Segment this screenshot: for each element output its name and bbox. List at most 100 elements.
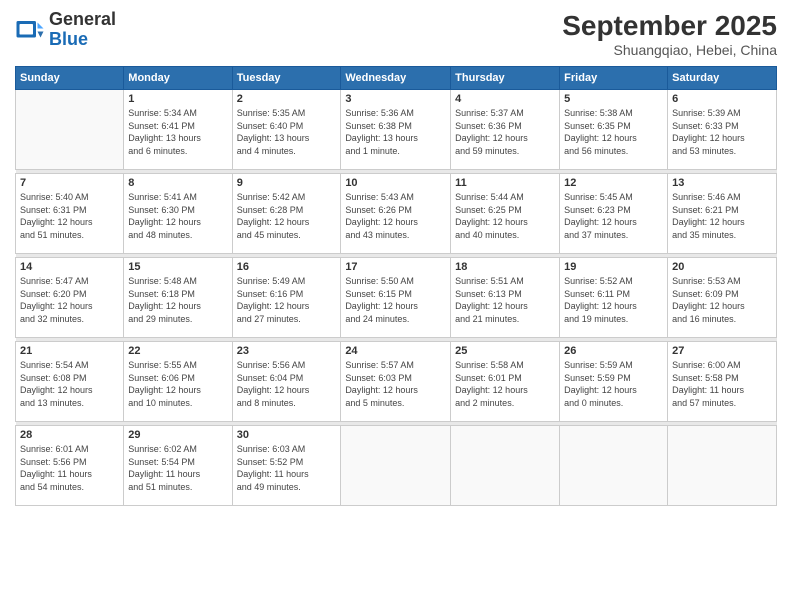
calendar-cell: 19 Sunrise: 5:52 AM Sunset: 6:11 PM Dayli… [560, 258, 668, 338]
day-info: Sunrise: 5:42 AM Sunset: 6:28 PM Dayligh… [237, 191, 337, 241]
calendar-cell: 7 Sunrise: 5:40 AM Sunset: 6:31 PM Daylig… [16, 174, 124, 254]
calendar-cell: 10 Sunrise: 5:43 AM Sunset: 6:26 PM Dayli… [341, 174, 451, 254]
day-number: 9 [237, 177, 337, 189]
calendar-cell: 18Sunrise: 5:51 AM Sunset: 6:13 PM Dayli… [451, 258, 560, 338]
day-info: Sunrise: 5:43 AM Sunset: 6:26 PM Dayligh… [345, 191, 446, 241]
calendar-header-row: Sunday Monday Tuesday Wednesday Thursday… [16, 67, 777, 90]
title-block: September 2025 Shuangqiao, Hebei, China [562, 10, 777, 58]
logo: General Blue [15, 10, 116, 50]
calendar-cell: 17 Sunrise: 5:50 AM Sunset: 6:15 PM Dayli… [341, 258, 451, 338]
calendar-cell: 13Sunrise: 5:46 AM Sunset: 6:21 PM Dayli… [668, 174, 777, 254]
day-number: 23 [237, 345, 337, 357]
calendar-cell: 30Sunrise: 6:03 AM Sunset: 5:52 PM Dayli… [232, 426, 341, 506]
calendar-cell: 20Sunrise: 5:53 AM Sunset: 6:09 PM Dayli… [668, 258, 777, 338]
day-number: 6 [672, 93, 772, 105]
calendar-cell: 26 Sunrise: 5:59 AM Sunset: 5:59 PM Dayli… [560, 342, 668, 422]
week-row-3: 14Sunrise: 5:47 AM Sunset: 6:20 PM Dayli… [16, 258, 777, 338]
day-number: 27 [672, 345, 772, 357]
day-info: Sunrise: 5:38 AM Sunset: 6:35 PM Dayligh… [564, 107, 663, 157]
day-info: Sunrise: 5:50 AM Sunset: 6:15 PM Dayligh… [345, 275, 446, 325]
day-info: Sunrise: 6:00 AM Sunset: 5:58 PM Dayligh… [672, 359, 772, 409]
day-info: Sunrise: 5:39 AM Sunset: 6:33 PM Dayligh… [672, 107, 772, 157]
week-row-5: 28 Sunrise: 6:01 AM Sunset: 5:56 PM Dayli… [16, 426, 777, 506]
calendar-cell: 11Sunrise: 5:44 AM Sunset: 6:25 PM Dayli… [451, 174, 560, 254]
day-info: Sunrise: 5:51 AM Sunset: 6:13 PM Dayligh… [455, 275, 555, 325]
header-monday: Monday [124, 67, 232, 90]
day-number: 8 [128, 177, 227, 189]
day-number: 10 [345, 177, 446, 189]
day-number: 17 [345, 261, 446, 273]
calendar-cell: 8 Sunrise: 5:41 AM Sunset: 6:30 PM Daylig… [124, 174, 232, 254]
calendar-cell: 29 Sunrise: 6:02 AM Sunset: 5:54 PM Dayli… [124, 426, 232, 506]
day-info: Sunrise: 6:02 AM Sunset: 5:54 PM Dayligh… [128, 443, 227, 493]
day-info: Sunrise: 5:48 AM Sunset: 6:18 PM Dayligh… [128, 275, 227, 325]
day-number: 29 [128, 429, 227, 441]
location-subtitle: Shuangqiao, Hebei, China [562, 42, 777, 58]
day-number: 28 [20, 429, 119, 441]
header-friday: Friday [560, 67, 668, 90]
day-info: Sunrise: 5:58 AM Sunset: 6:01 PM Dayligh… [455, 359, 555, 409]
day-number: 4 [455, 93, 555, 105]
header-sunday: Sunday [16, 67, 124, 90]
day-number: 12 [564, 177, 663, 189]
header-wednesday: Wednesday [341, 67, 451, 90]
calendar-cell: 24 Sunrise: 5:57 AM Sunset: 6:03 PM Dayli… [341, 342, 451, 422]
day-info: Sunrise: 5:40 AM Sunset: 6:31 PM Dayligh… [20, 191, 119, 241]
calendar-cell: 5Sunrise: 5:38 AM Sunset: 6:35 PM Daylig… [560, 90, 668, 170]
day-info: Sunrise: 5:37 AM Sunset: 6:36 PM Dayligh… [455, 107, 555, 157]
header-saturday: Saturday [668, 67, 777, 90]
calendar-cell: 27 Sunrise: 6:00 AM Sunset: 5:58 PM Dayli… [668, 342, 777, 422]
logo-icon [15, 15, 45, 45]
day-info: Sunrise: 5:52 AM Sunset: 6:11 PM Dayligh… [564, 275, 663, 325]
week-row-1: 1 Sunrise: 5:34 AM Sunset: 6:41 PM Daylig… [16, 90, 777, 170]
day-info: Sunrise: 5:36 AM Sunset: 6:38 PM Dayligh… [345, 107, 446, 157]
day-number: 7 [20, 177, 119, 189]
day-number: 2 [237, 93, 337, 105]
calendar-cell: 15 Sunrise: 5:48 AM Sunset: 6:18 PM Dayli… [124, 258, 232, 338]
day-number: 20 [672, 261, 772, 273]
calendar-cell: 25 Sunrise: 5:58 AM Sunset: 6:01 PM Dayli… [451, 342, 560, 422]
day-number: 19 [564, 261, 663, 273]
day-info: Sunrise: 5:57 AM Sunset: 6:03 PM Dayligh… [345, 359, 446, 409]
day-info: Sunrise: 5:44 AM Sunset: 6:25 PM Dayligh… [455, 191, 555, 241]
day-info: Sunrise: 5:45 AM Sunset: 6:23 PM Dayligh… [564, 191, 663, 241]
day-info: Sunrise: 5:41 AM Sunset: 6:30 PM Dayligh… [128, 191, 227, 241]
calendar-cell: 28 Sunrise: 6:01 AM Sunset: 5:56 PM Dayli… [16, 426, 124, 506]
header-thursday: Thursday [451, 67, 560, 90]
day-number: 26 [564, 345, 663, 357]
day-number: 22 [128, 345, 227, 357]
week-row-4: 21Sunrise: 5:54 AM Sunset: 6:08 PM Dayli… [16, 342, 777, 422]
day-number: 13 [672, 177, 772, 189]
day-number: 24 [345, 345, 446, 357]
calendar-cell [16, 90, 124, 170]
calendar-cell [451, 426, 560, 506]
day-number: 14 [20, 261, 119, 273]
calendar-cell: 1 Sunrise: 5:34 AM Sunset: 6:41 PM Daylig… [124, 90, 232, 170]
day-number: 25 [455, 345, 555, 357]
logo-line1: General [49, 10, 116, 30]
day-info: Sunrise: 5:59 AM Sunset: 5:59 PM Dayligh… [564, 359, 663, 409]
calendar-cell: 4 Sunrise: 5:37 AM Sunset: 6:36 PM Daylig… [451, 90, 560, 170]
day-info: Sunrise: 5:35 AM Sunset: 6:40 PM Dayligh… [237, 107, 337, 157]
calendar-cell: 22Sunrise: 5:55 AM Sunset: 6:06 PM Dayli… [124, 342, 232, 422]
day-info: Sunrise: 5:49 AM Sunset: 6:16 PM Dayligh… [237, 275, 337, 325]
day-number: 3 [345, 93, 446, 105]
calendar-cell [668, 426, 777, 506]
day-number: 15 [128, 261, 227, 273]
calendar-cell [560, 426, 668, 506]
day-number: 21 [20, 345, 119, 357]
day-number: 30 [237, 429, 337, 441]
calendar-cell: 3 Sunrise: 5:36 AM Sunset: 6:38 PM Daylig… [341, 90, 451, 170]
calendar-cell: 16 Sunrise: 5:49 AM Sunset: 6:16 PM Dayli… [232, 258, 341, 338]
calendar-cell: 14Sunrise: 5:47 AM Sunset: 6:20 PM Dayli… [16, 258, 124, 338]
calendar-cell: 23 Sunrise: 5:56 AM Sunset: 6:04 PM Dayli… [232, 342, 341, 422]
week-row-2: 7 Sunrise: 5:40 AM Sunset: 6:31 PM Daylig… [16, 174, 777, 254]
calendar-cell: 12 Sunrise: 5:45 AM Sunset: 6:23 PM Dayli… [560, 174, 668, 254]
day-info: Sunrise: 5:34 AM Sunset: 6:41 PM Dayligh… [128, 107, 227, 157]
day-info: Sunrise: 6:01 AM Sunset: 5:56 PM Dayligh… [20, 443, 119, 493]
calendar-cell [341, 426, 451, 506]
day-number: 1 [128, 93, 227, 105]
day-number: 16 [237, 261, 337, 273]
calendar-cell: 21Sunrise: 5:54 AM Sunset: 6:08 PM Dayli… [16, 342, 124, 422]
day-info: Sunrise: 5:56 AM Sunset: 6:04 PM Dayligh… [237, 359, 337, 409]
